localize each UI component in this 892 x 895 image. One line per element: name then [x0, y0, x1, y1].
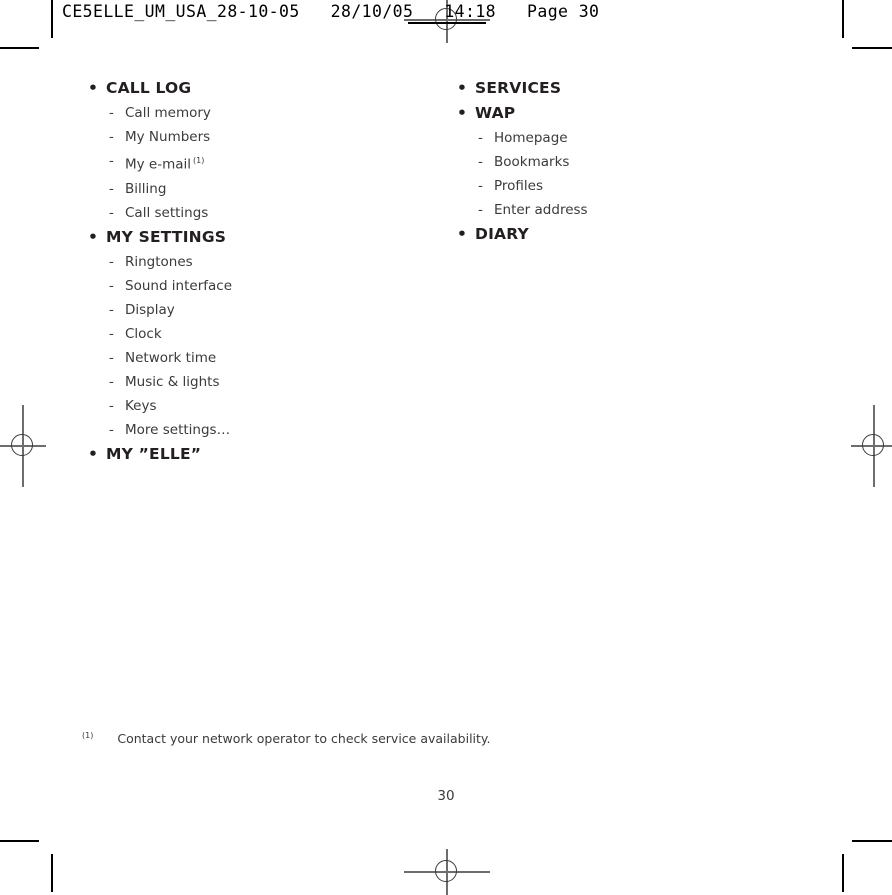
- section-heading-label: DIARY: [475, 225, 529, 243]
- section-heading-label: MY SETTINGS: [106, 227, 227, 246]
- crop-mark-top-left-horizontal: [0, 47, 39, 49]
- registration-mark-right: [851, 405, 892, 487]
- dash-icon: -: [109, 204, 114, 221]
- section-heading-label: MY ”ELLE”: [106, 444, 202, 463]
- dash-icon: -: [109, 325, 114, 342]
- list-item: - Homepage: [455, 126, 815, 150]
- list-item-label: My Numbers: [125, 129, 211, 145]
- list-item: - Display: [86, 298, 416, 322]
- section-heading-diary: • DIARY: [455, 222, 815, 247]
- crop-mark-top-right-horizontal: [852, 47, 892, 49]
- footnote-text: Contact your network operator to check s…: [117, 731, 491, 747]
- list-item: - Billing: [86, 177, 416, 201]
- footnote: (1) Contact your network operator to chec…: [82, 728, 782, 747]
- dash-icon: -: [109, 153, 114, 169]
- list-item: - More settings…: [86, 418, 416, 442]
- crop-mark-bottom-left-vertical: [51, 854, 53, 892]
- list-item-label: Display: [125, 301, 175, 318]
- crop-mark-bottom-right-vertical: [842, 854, 844, 892]
- section-heading-wap: • WAP: [455, 101, 815, 126]
- bullet-icon: •: [457, 104, 468, 122]
- dash-icon: -: [109, 180, 114, 197]
- dash-icon: -: [478, 202, 483, 218]
- registration-ring: [11, 434, 33, 456]
- dash-icon: -: [478, 154, 483, 170]
- list-item-label: Call settings: [125, 204, 209, 221]
- list-item-label: Billing: [125, 180, 167, 197]
- list-item: - Call memory: [86, 101, 416, 125]
- section-heading-call-log: • CALL LOG: [86, 76, 416, 101]
- list-item-label: Enter address: [494, 202, 588, 218]
- list-item: - My Numbers: [86, 125, 416, 149]
- header-rule-left: [51, 0, 53, 38]
- list-item: - Music & lights: [86, 370, 416, 394]
- list-item-label: Sound interface: [125, 277, 233, 294]
- list-item: - Bookmarks: [455, 150, 815, 174]
- dash-icon: -: [109, 397, 114, 414]
- section-heading-services: • SERVICES: [455, 76, 815, 101]
- footnote-marker: (1): [82, 731, 94, 740]
- list-item-label: Music & lights: [125, 373, 220, 390]
- list-item: - Network time: [86, 346, 416, 370]
- content-column-right: • SERVICES • WAP - Homepage - Bookmarks …: [455, 76, 815, 247]
- bullet-icon: •: [88, 227, 99, 246]
- section-heading-my-settings: • MY SETTINGS: [86, 225, 416, 250]
- list-item-label: Profiles: [494, 178, 544, 194]
- registration-ring: [435, 860, 457, 882]
- dash-icon: -: [109, 253, 114, 270]
- dash-icon: -: [109, 421, 114, 438]
- bullet-icon: •: [457, 225, 468, 243]
- dash-icon: -: [478, 130, 483, 146]
- content-column-left: • CALL LOG - Call memory - My Numbers - …: [86, 76, 416, 467]
- list-item-label: Network time: [125, 349, 217, 366]
- registration-ring: [862, 434, 884, 456]
- dash-icon: -: [478, 178, 483, 194]
- section-heading-label: SERVICES: [475, 79, 562, 97]
- list-item: - Keys: [86, 394, 416, 418]
- registration-mark-bottom: [404, 849, 490, 895]
- header-rule-right: [842, 0, 844, 38]
- bullet-icon: •: [457, 79, 468, 97]
- list-item-label: Clock: [125, 325, 162, 342]
- section-heading-my-elle: • MY ”ELLE”: [86, 442, 416, 467]
- bullet-icon: •: [88, 444, 99, 463]
- list-item-label: Homepage: [494, 130, 568, 146]
- list-item: - My e-mail (1): [86, 149, 416, 177]
- dash-icon: -: [109, 105, 114, 121]
- dash-icon: -: [109, 301, 114, 318]
- list-item-label: Ringtones: [125, 253, 193, 270]
- dash-icon: -: [109, 129, 114, 145]
- crop-mark-bottom-left-horizontal: [0, 840, 39, 842]
- list-item-label: My e-mail: [125, 156, 192, 173]
- registration-mark-left: [0, 405, 46, 487]
- list-item: - Enter address: [455, 198, 815, 222]
- print-header-text: CE5ELLE_UM_USA_28-10-05 28/10/05 14:18 P…: [62, 2, 600, 21]
- list-item-label: More settings…: [125, 421, 231, 438]
- section-heading-label: WAP: [475, 104, 516, 122]
- list-item: - Profiles: [455, 174, 815, 198]
- list-item-label: Bookmarks: [494, 154, 570, 170]
- header-time-underline: [408, 22, 486, 24]
- footnote-reference: (1): [193, 156, 205, 165]
- crop-mark-bottom-right-horizontal: [852, 840, 892, 842]
- dash-icon: -: [109, 277, 114, 294]
- list-item-label: Call memory: [125, 105, 211, 121]
- dash-icon: -: [109, 373, 114, 390]
- list-item-label: Keys: [125, 397, 157, 414]
- list-item: - Ringtones: [86, 250, 416, 274]
- page-number: 30: [437, 788, 455, 804]
- list-item: - Sound interface: [86, 274, 416, 298]
- section-heading-label: CALL LOG: [106, 79, 192, 97]
- bullet-icon: •: [88, 79, 99, 97]
- dash-icon: -: [109, 349, 114, 366]
- list-item: - Call settings: [86, 201, 416, 225]
- list-item: - Clock: [86, 322, 416, 346]
